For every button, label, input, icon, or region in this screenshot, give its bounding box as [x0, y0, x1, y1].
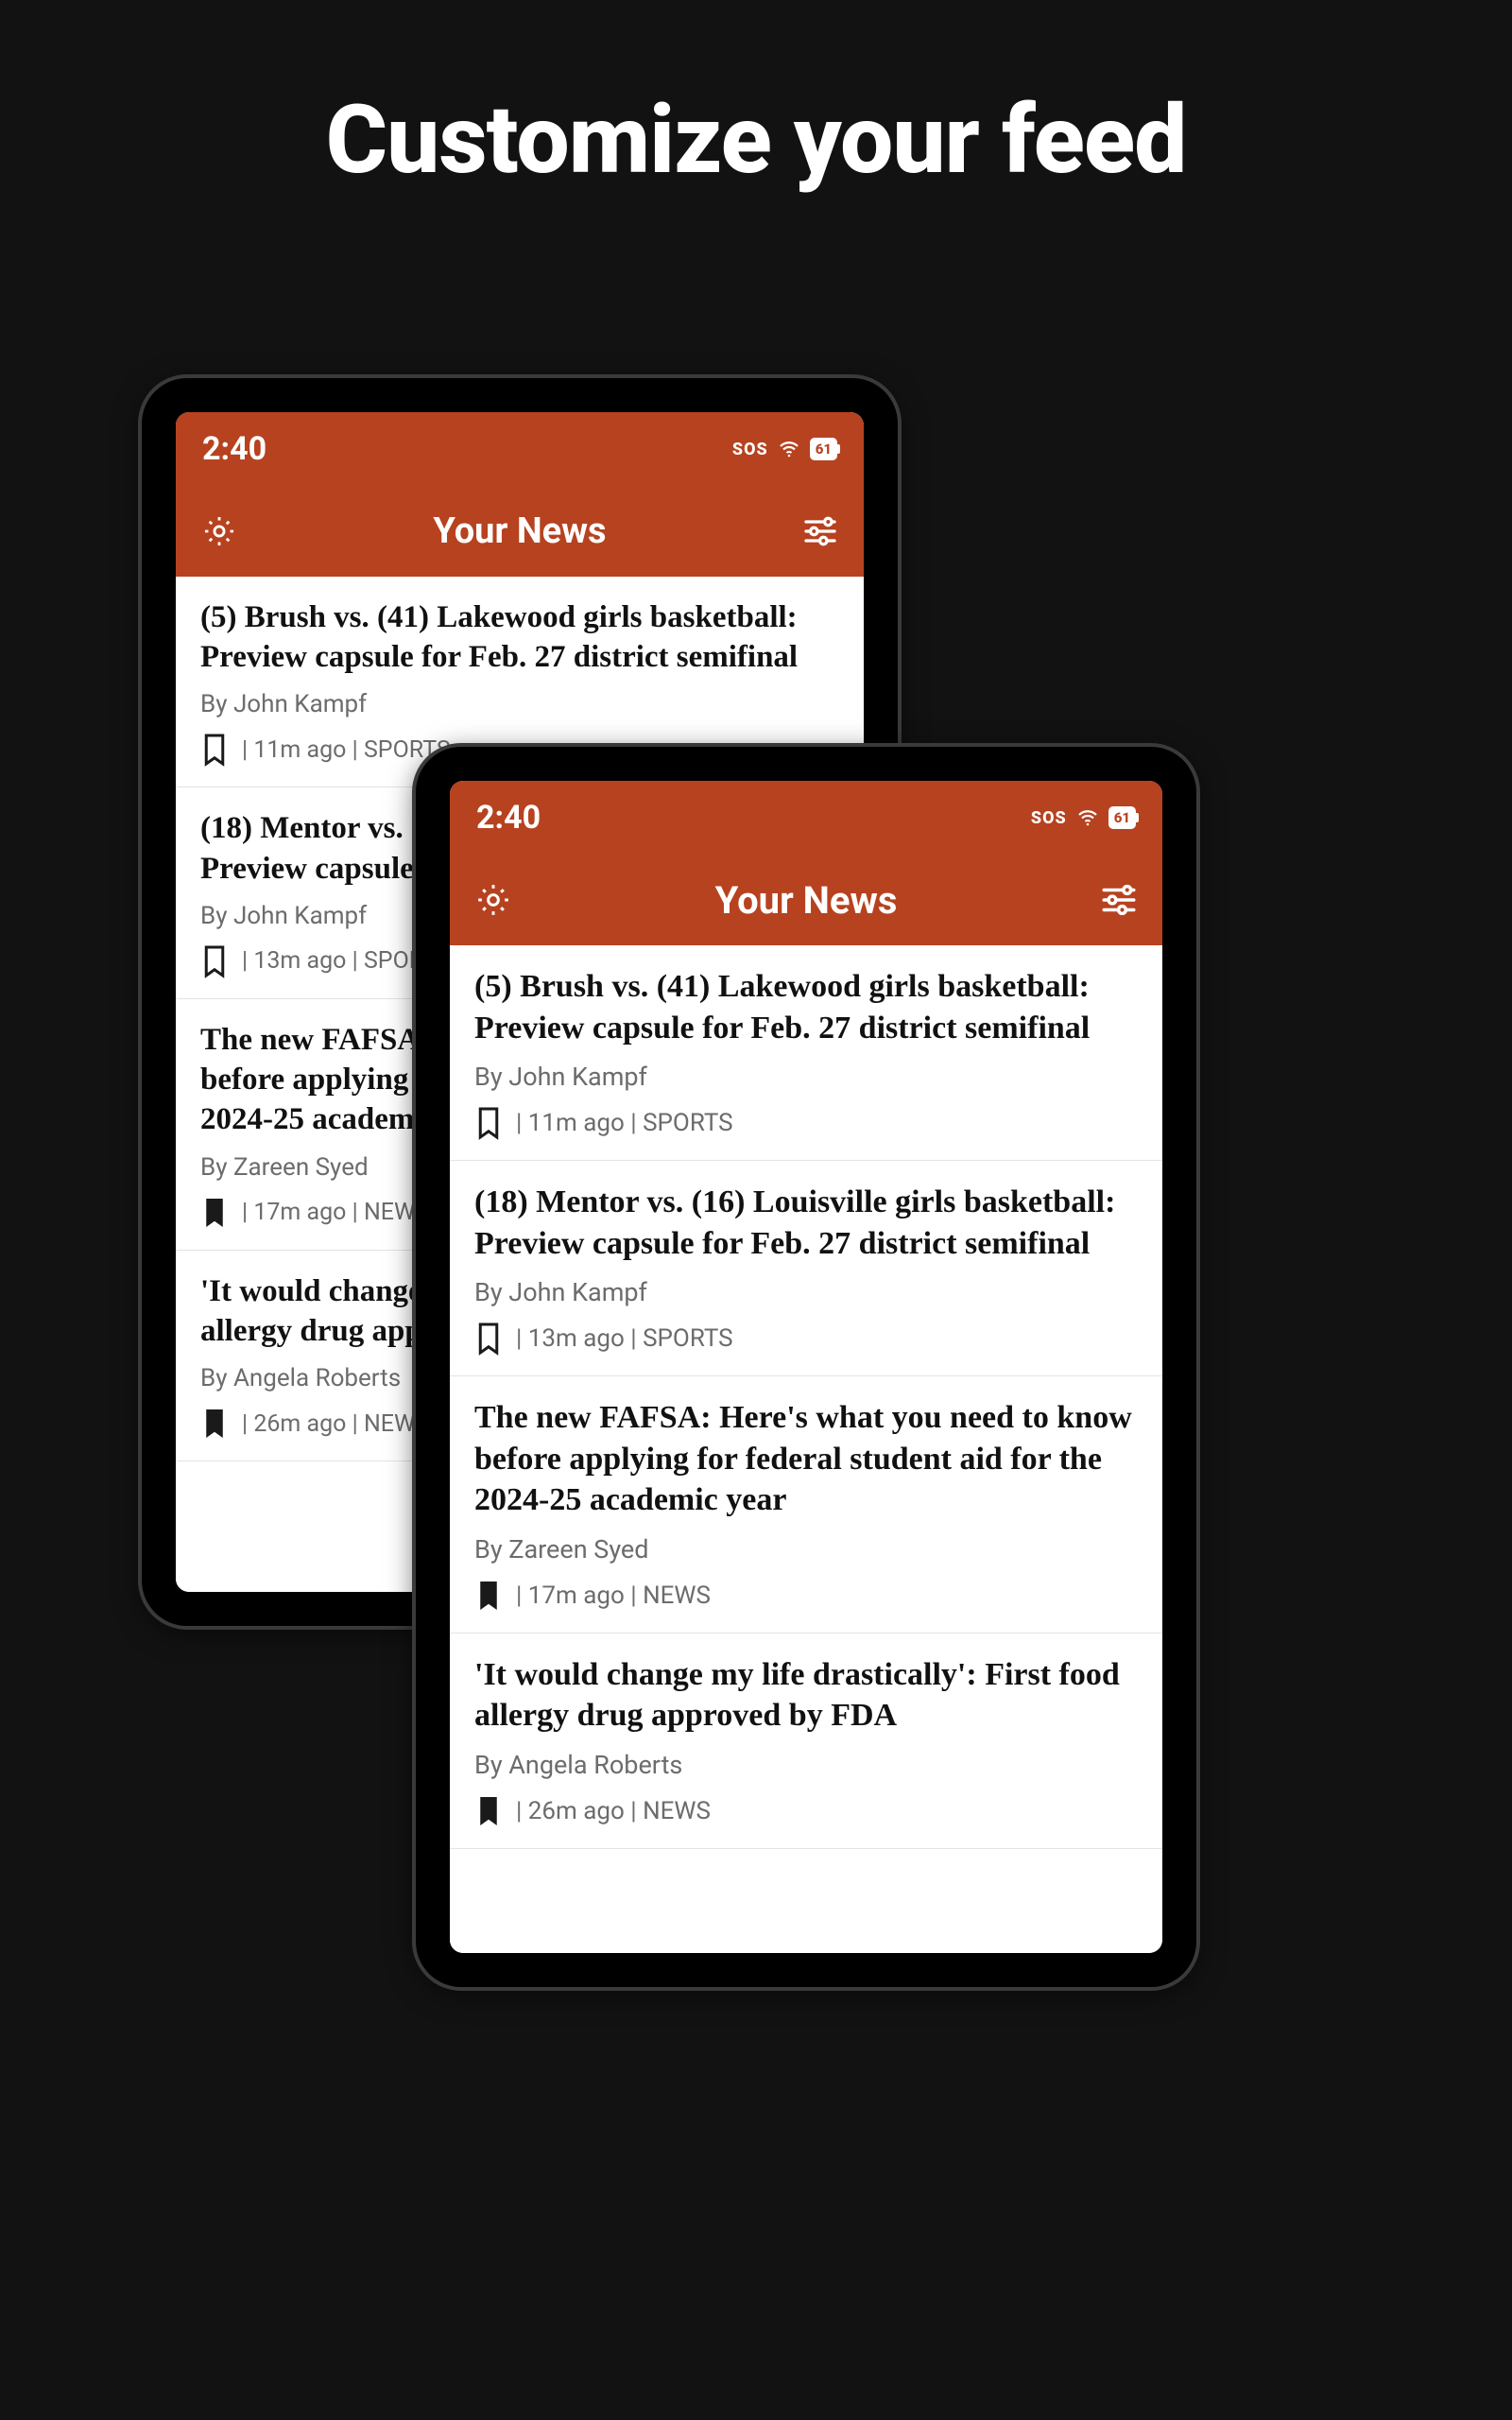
article-meta-text: | 26m ago | NEWS [242, 1410, 429, 1438]
nav-title: Your News [433, 510, 606, 552]
news-feed[interactable]: (5) Brush vs. (41) Lakewood girls basket… [450, 945, 1162, 1953]
battery-indicator: 61 [1108, 806, 1136, 829]
article-meta-text: | 17m ago | NEWS [242, 1199, 429, 1226]
sliders-icon[interactable] [1098, 879, 1140, 921]
article-meta-text: | 11m ago | SPORTS [242, 736, 451, 764]
sos-label: SOS [732, 440, 768, 459]
status-time: 2:40 [476, 799, 541, 837]
hero-title: Customize your feed [0, 85, 1512, 196]
bookmark-filled-icon[interactable] [200, 1195, 229, 1231]
article-byline: By Angela Roberts [474, 1750, 1138, 1780]
article-meta: | 17m ago | NEWS [474, 1578, 1138, 1614]
gear-icon[interactable] [198, 510, 240, 552]
wifi-icon [1076, 806, 1099, 829]
article-meta: | 26m ago | NEWS [474, 1793, 1138, 1829]
bookmark-icon[interactable] [474, 1105, 503, 1141]
article-byline: By John Kampf [474, 1277, 1138, 1307]
nav-bar: Your News [450, 855, 1162, 945]
article-card[interactable]: (5) Brush vs. (41) Lakewood girls basket… [450, 945, 1162, 1161]
bookmark-filled-icon[interactable] [200, 1406, 229, 1442]
article-title: 'It would change my life drastically': F… [474, 1654, 1138, 1737]
status-bar: 2:40 SOS 61 [450, 781, 1162, 855]
nav-bar: Your News [176, 486, 864, 577]
status-time: 2:40 [202, 430, 266, 468]
status-right: SOS 61 [732, 438, 837, 460]
article-byline: By Zareen Syed [474, 1534, 1138, 1564]
article-card[interactable]: The new FAFSA: Here's what you need to k… [450, 1376, 1162, 1634]
sos-label: SOS [1031, 808, 1067, 828]
bookmark-icon[interactable] [474, 1321, 503, 1357]
sliders-icon[interactable] [799, 510, 841, 552]
tablet-frame-front: 2:40 SOS 61 Your News (5) Brush vs. (41)… [416, 747, 1196, 1987]
nav-title: Your News [715, 878, 898, 923]
bookmark-icon[interactable] [200, 943, 229, 979]
article-byline: By John Kampf [474, 1062, 1138, 1092]
article-meta-text: | 13m ago | SPORTS [516, 1324, 733, 1353]
article-title: (5) Brush vs. (41) Lakewood girls basket… [200, 597, 839, 677]
article-title: (18) Mentor vs. (16) Louisville girls ba… [474, 1182, 1138, 1264]
battery-indicator: 61 [810, 438, 837, 460]
gear-icon[interactable] [472, 879, 514, 921]
bookmark-filled-icon[interactable] [474, 1578, 503, 1614]
article-card[interactable]: 'It would change my life drastically': F… [450, 1634, 1162, 1849]
status-right: SOS 61 [1031, 806, 1136, 829]
article-meta: | 11m ago | SPORTS [474, 1105, 1138, 1141]
wifi-icon [778, 438, 800, 460]
article-title: (5) Brush vs. (41) Lakewood girls basket… [474, 966, 1138, 1048]
article-meta-text: | 11m ago | SPORTS [516, 1109, 733, 1137]
bookmark-filled-icon[interactable] [474, 1793, 503, 1829]
article-meta-text: | 26m ago | NEWS [516, 1797, 711, 1825]
status-bar: 2:40 SOS 61 [176, 412, 864, 486]
bookmark-icon[interactable] [200, 732, 229, 768]
article-byline: By John Kampf [200, 690, 839, 718]
article-title: The new FAFSA: Here's what you need to k… [474, 1397, 1138, 1521]
tablet-screen-front: 2:40 SOS 61 Your News (5) Brush vs. (41)… [450, 781, 1162, 1953]
article-meta: | 13m ago | SPORTS [474, 1321, 1138, 1357]
article-meta-text: | 17m ago | NEWS [516, 1582, 711, 1610]
article-card[interactable]: (18) Mentor vs. (16) Louisville girls ba… [450, 1161, 1162, 1376]
